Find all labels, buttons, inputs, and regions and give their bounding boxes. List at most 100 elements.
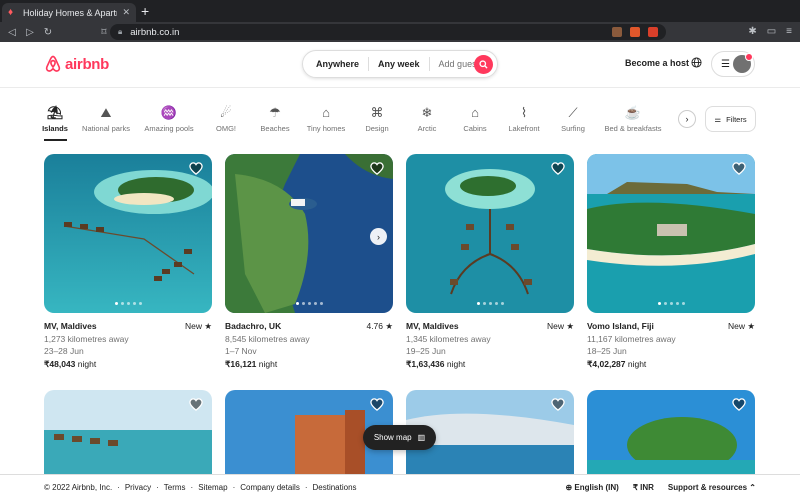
category-next-button[interactable]: › xyxy=(678,110,696,128)
surfboard-icon: ⟋ xyxy=(568,105,578,120)
globe-icon[interactable] xyxy=(691,57,702,71)
footer-link[interactable]: Privacy xyxy=(125,483,151,492)
map-icon: ▥ xyxy=(417,433,426,442)
listing-info: Badachro, UK 4.76 ★ 8,545 kilometres away… xyxy=(225,320,393,370)
category-label: National parks xyxy=(82,124,130,133)
category-label: Bed & breakfasts xyxy=(604,124,662,133)
category-item[interactable]: ⟋ Surfing xyxy=(561,105,585,133)
back-icon[interactable]: ◁ xyxy=(3,27,21,38)
search-any-week[interactable]: Any week xyxy=(369,57,430,71)
new-tab-button[interactable]: + xyxy=(141,4,149,18)
listing-dates: 18–25 Jun xyxy=(587,346,627,356)
browser-tab[interactable]: ♦ Holiday Homes & Apartment Re ✕ xyxy=(2,3,136,22)
brave-shield-icon[interactable] xyxy=(630,27,640,37)
filters-icon: ⚌ xyxy=(714,114,722,124)
category-item[interactable]: ⛱ Islands xyxy=(42,105,68,133)
category-label: OMG! xyxy=(216,124,236,133)
search-bar[interactable]: Anywhere Any week Add guests xyxy=(302,50,498,78)
forward-icon[interactable]: ▷ xyxy=(21,27,39,38)
translate-icon[interactable] xyxy=(612,27,622,37)
browser-toolbar-right: ✱ ▭ ≡ xyxy=(748,26,792,37)
site-footer: © 2022 Airbnb, Inc. · Privacy · Terms · Sitem… xyxy=(0,474,800,500)
category-label: Surfing xyxy=(561,124,585,133)
listing-distance: 1,345 kilometres away xyxy=(406,333,491,344)
listing-photo[interactable] xyxy=(44,154,212,313)
become-host-link[interactable]: Become a host xyxy=(625,58,689,68)
search-anywhere[interactable]: Anywhere xyxy=(303,57,370,71)
category-item[interactable]: ⌘ Design xyxy=(365,105,388,133)
heart-icon[interactable] xyxy=(189,398,203,416)
listing-photo[interactable] xyxy=(587,390,755,475)
photo-dots xyxy=(406,302,574,305)
filters-button[interactable]: ⚌ Filters xyxy=(705,106,756,132)
show-map-label: Show map xyxy=(373,433,412,442)
reload-icon[interactable]: ↻ xyxy=(39,27,57,38)
support-resources-link[interactable]: Support & resources ⌃ xyxy=(668,483,756,492)
category-label: Lakefront xyxy=(508,124,540,133)
category-item[interactable]: ♒ Amazing pools xyxy=(144,105,193,133)
sidebar-icon[interactable]: ▭ xyxy=(767,26,776,37)
heart-icon[interactable] xyxy=(551,398,565,416)
omnibox[interactable]: 🔒︎ airbnb.co.in xyxy=(110,24,666,40)
user-menu-button[interactable]: ☰ xyxy=(711,51,755,77)
heart-icon[interactable] xyxy=(732,162,746,180)
tab-title: Holiday Homes & Apartment Re xyxy=(23,7,117,18)
listing-info: MV, Maldives New ★ 1,345 kilometres away … xyxy=(406,320,574,370)
listing-info: MV, Maldives New ★ 1,273 kilometres away … xyxy=(44,320,212,370)
category-item[interactable]: ☕ Bed & breakfasts xyxy=(604,105,661,133)
search-button[interactable] xyxy=(474,55,493,74)
url-text[interactable]: airbnb.co.in xyxy=(130,27,604,38)
national-park-icon: ⛰ xyxy=(100,105,112,120)
extensions-icon[interactable]: ✱ xyxy=(748,26,756,37)
category-item[interactable]: ⌇ Lakefront xyxy=(508,105,539,133)
footer-link[interactable]: Destinations xyxy=(313,483,357,492)
brave-rewards-icon[interactable] xyxy=(648,27,658,37)
maldives-resort-photo xyxy=(44,154,212,313)
close-tab-icon[interactable]: ✕ xyxy=(122,7,130,18)
menu-icon[interactable]: ≡ xyxy=(786,26,792,37)
category-item[interactable]: ⌂ Tiny homes xyxy=(307,105,346,133)
listing-photo[interactable] xyxy=(587,154,755,313)
photo-dots xyxy=(587,302,755,305)
category-item[interactable]: ❄ Arctic xyxy=(418,105,437,133)
show-map-button[interactable]: Show map ▥ xyxy=(363,425,436,450)
beach-villas-photo xyxy=(44,390,212,475)
lock-icon: 🔒︎ xyxy=(118,27,123,36)
pool-icon: ♒ xyxy=(160,105,178,120)
heart-icon[interactable] xyxy=(189,162,203,180)
heart-icon[interactable] xyxy=(732,398,746,416)
listing-location: Badachro, UK xyxy=(225,321,282,331)
chevron-right-icon: › xyxy=(377,231,380,242)
listing-photo[interactable] xyxy=(44,390,212,475)
language-selector[interactable]: ⊕ English (IN) xyxy=(565,483,618,492)
next-photo-button[interactable]: › xyxy=(370,228,387,245)
ufo-icon: ☄ xyxy=(220,105,232,120)
category-label: Beaches xyxy=(260,124,290,133)
listing-photo[interactable] xyxy=(406,154,574,313)
site-header: airbnb Anywhere Any week Add guests Beco… xyxy=(0,42,800,88)
airbnb-logo[interactable]: airbnb xyxy=(44,55,109,73)
category-item[interactable]: ☂ Beaches xyxy=(260,105,289,133)
category-label: Design xyxy=(365,124,389,133)
category-label: Tiny homes xyxy=(306,124,346,133)
category-label: Arctic xyxy=(417,124,437,133)
chevron-right-icon: › xyxy=(685,114,689,124)
category-label: Cabins xyxy=(463,124,487,133)
tropical-islet-photo xyxy=(587,390,755,475)
heart-icon[interactable] xyxy=(370,162,384,180)
category-item[interactable]: ⌂ Cabins xyxy=(463,105,486,133)
lakefront-icon: ⌇ xyxy=(520,105,528,120)
listing-dates: 19–25 Jun xyxy=(406,346,446,356)
currency-selector[interactable]: ₹ INR xyxy=(633,483,654,492)
heart-icon[interactable] xyxy=(370,398,384,416)
category-item[interactable]: ☄ OMG! xyxy=(216,105,236,133)
active-category-underline xyxy=(44,139,67,141)
category-item[interactable]: ⛰ National parks xyxy=(82,105,130,133)
listing-photo[interactable]: › xyxy=(225,154,393,313)
footer-link[interactable]: Terms xyxy=(164,483,186,492)
heart-icon[interactable] xyxy=(551,162,565,180)
footer-link[interactable]: Sitemap xyxy=(198,483,227,492)
listing-location: Vomo Island, Fiji xyxy=(587,321,654,331)
footer-link[interactable]: Company details xyxy=(240,483,300,492)
listing-price: ₹4,02,287 night xyxy=(587,358,647,369)
